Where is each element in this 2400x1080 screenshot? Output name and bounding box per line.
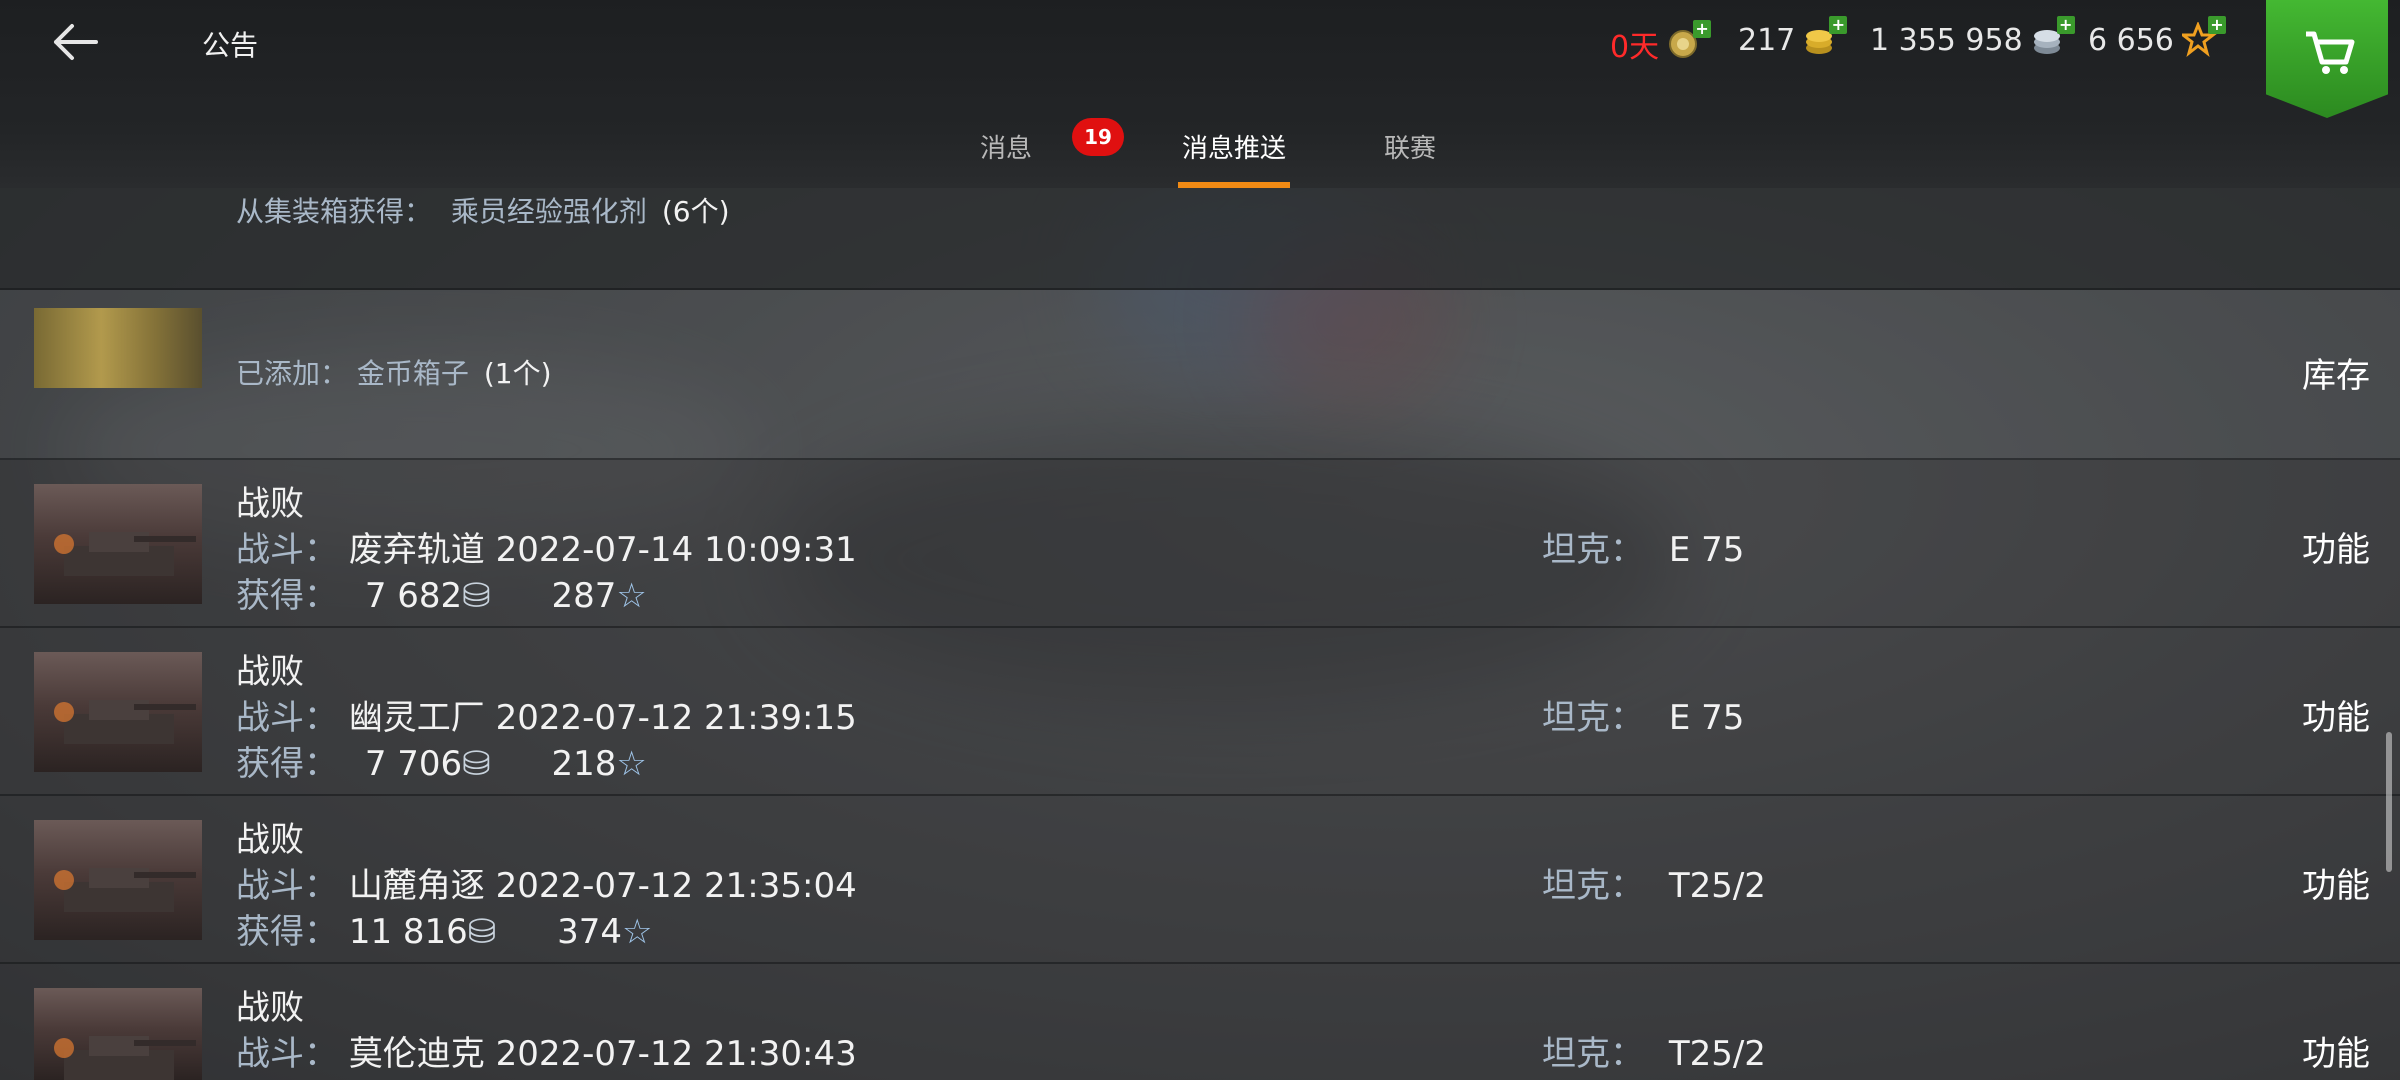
credits-value: 7 706: [364, 744, 463, 784]
item-name: 乘员经验强化剂: [450, 195, 647, 228]
tank-thumbnail: [34, 820, 202, 940]
list-item[interactable]: 已添加： 金币箱子 (1个) 库存: [0, 290, 2400, 460]
free-xp-balance[interactable]: 6 656 +: [2088, 16, 2226, 58]
silver-coins-icon: ⛁: [462, 744, 491, 784]
battle-row[interactable]: 战败 战斗： 山麓角逐 2022-07-12 21:35:04 获得： 11 8…: [0, 796, 2400, 964]
battle-map-time: 幽灵工厂 2022-07-12 21:39:15: [348, 698, 857, 738]
add-icon: +: [1829, 16, 1848, 34]
battle-row[interactable]: 战败 战斗： 幽灵工厂 2022-07-12 21:39:15 获得： 7 70…: [0, 628, 2400, 796]
tank-label: 坦克：: [1542, 530, 1644, 570]
earned-label: 获得：: [236, 744, 338, 784]
silver-balance[interactable]: 1 355 958 +: [1870, 16, 2075, 58]
xp-value: 287: [551, 576, 617, 616]
tank-thumbnail: [34, 652, 202, 772]
silver-coins-icon: ⛁: [467, 912, 497, 952]
silver-value: 1 355 958: [1870, 22, 2023, 58]
scrollbar[interactable]: [2386, 732, 2392, 872]
tank-label: 坦克：: [1542, 866, 1644, 906]
item-count: (6个): [661, 195, 730, 228]
top-bar: 公告 0天 + 217 + 1 355 958 + 6 656 + 消息 消息推…: [0, 0, 2400, 188]
tank-thumbnail: [34, 484, 202, 604]
earned-label: 获得：: [236, 576, 338, 616]
tank-name: T25/2: [1668, 866, 1766, 906]
free-xp-value: 6 656: [2088, 22, 2174, 58]
battle-map-time: 废弃轨道 2022-07-14 10:09:31: [348, 530, 857, 570]
added-label: 已添加：: [236, 357, 349, 390]
function-button[interactable]: 功能: [2302, 690, 2370, 739]
silver-coins-icon: ⛁: [462, 576, 491, 616]
tab-notifications[interactable]: 消息推送: [1177, 132, 1291, 188]
star-icon: ☆: [622, 912, 653, 952]
earned-label: 获得：: [236, 912, 338, 952]
gold-value: 217: [1738, 22, 1796, 58]
tank-label: 坦克：: [1542, 698, 1644, 738]
shop-button[interactable]: [2266, 0, 2388, 118]
tank-name: E 75: [1668, 698, 1745, 738]
function-button[interactable]: 功能: [2302, 522, 2370, 571]
battle-label: 战斗：: [236, 1034, 338, 1074]
premium-days-value: 0天: [1610, 30, 1660, 65]
silver-coins-icon: +: [2031, 16, 2075, 58]
gold-coins-icon: +: [1803, 16, 1848, 58]
battle-label: 战斗：: [236, 530, 338, 570]
xp-value: 374: [557, 912, 622, 952]
function-button[interactable]: 功能: [2302, 1026, 2370, 1075]
battle-label: 战斗：: [236, 866, 338, 906]
premium-days[interactable]: 0天 +: [1610, 20, 1712, 66]
from-label: 从集装箱获得：: [236, 195, 433, 228]
free-xp-star-icon: +: [2178, 16, 2226, 58]
star-icon: ☆: [616, 744, 647, 784]
premium-medal-icon: +: [1667, 20, 1712, 62]
tank-thumbnail: [34, 988, 202, 1080]
battle-label: 战斗：: [236, 698, 338, 738]
add-icon: +: [1693, 20, 1712, 38]
back-arrow-icon[interactable]: [52, 20, 102, 64]
add-icon: +: [2056, 16, 2075, 34]
shopping-cart-icon: [2306, 31, 2355, 74]
tank-name: E 75: [1668, 530, 1745, 570]
page-title: 公告: [202, 29, 259, 62]
unread-count-badge: 19: [1072, 118, 1124, 156]
function-button[interactable]: 功能: [2302, 858, 2370, 907]
battle-result: 战败: [236, 484, 304, 524]
battle-row[interactable]: 战败 战斗： 废弃轨道 2022-07-14 10:09:31 获得： 7 68…: [0, 460, 2400, 628]
add-icon: +: [2207, 16, 2226, 34]
xp-value: 218: [551, 744, 617, 784]
gold-balance[interactable]: 217 +: [1738, 16, 1848, 58]
credits-value: 7 682: [364, 576, 463, 616]
tank-label: 坦克：: [1542, 1034, 1644, 1074]
tab-messages[interactable]: 消息: [980, 132, 1032, 188]
battle-result: 战败: [236, 820, 304, 860]
battle-map-time: 莫伦迪克 2022-07-12 21:30:43: [348, 1034, 857, 1074]
credits-value: 11 816: [348, 912, 468, 952]
tab-league[interactable]: 联赛: [1384, 132, 1436, 188]
tab-bar: 消息 消息推送 联赛: [0, 132, 2400, 188]
star-icon: ☆: [616, 576, 647, 616]
battle-map-time: 山麓角逐 2022-07-12 21:35:04: [348, 866, 857, 906]
battle-result: 战败: [236, 652, 304, 692]
inventory-link[interactable]: 库存: [2302, 348, 2370, 397]
item-count: (1个): [483, 357, 552, 390]
battle-result: 战败: [236, 988, 304, 1028]
item-name: 金币箱子: [356, 357, 469, 390]
tank-name: T25/2: [1668, 1034, 1766, 1074]
battle-row[interactable]: 战败 战斗： 莫伦迪克 2022-07-12 21:30:43 坦克： T25/…: [0, 964, 2400, 1080]
